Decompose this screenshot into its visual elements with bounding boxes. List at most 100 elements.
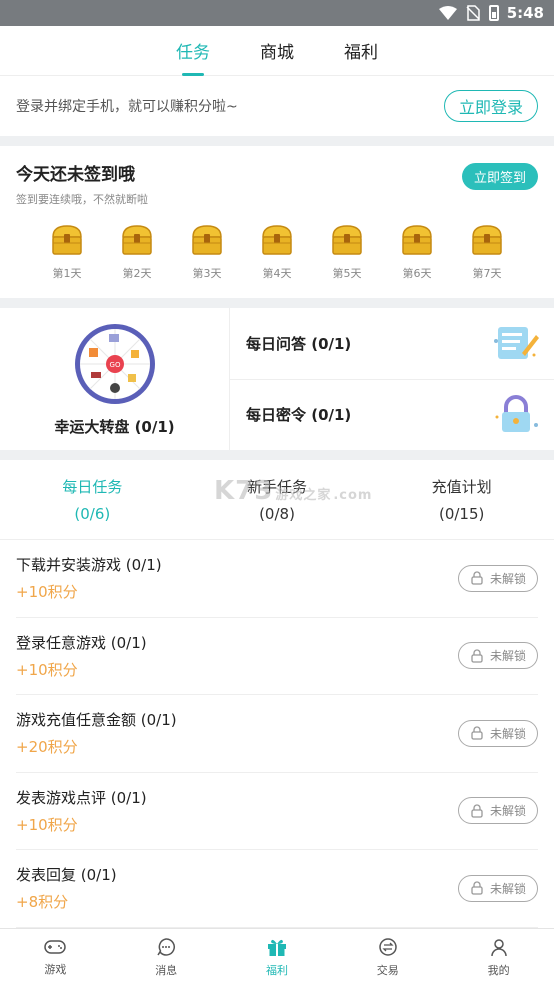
nav-item-4[interactable]: 我的 <box>443 929 554 986</box>
gamepad-icon <box>44 938 67 959</box>
user-icon <box>489 937 509 960</box>
tab-newbie-tasks[interactable]: 新手任务 (0/8) <box>185 460 370 539</box>
nav-label: 游戏 <box>44 963 67 976</box>
daily-qa-label: 每日问答 (0/1) <box>246 334 352 353</box>
signin-section: 今天还未签到哦 签到要连续哦，不然就断啦 立即签到 第1天 第2天 第3天 第4… <box>0 146 554 298</box>
treasure-chest-icon <box>402 225 432 255</box>
signin-button[interactable]: 立即签到 <box>461 163 538 190</box>
treasure-chest-icon <box>122 225 152 255</box>
locked-button[interactable]: 未解锁 <box>458 719 538 747</box>
exchange-icon <box>378 937 398 960</box>
locked-label: 未解锁 <box>489 571 526 586</box>
tab-count: (0/8) <box>259 505 295 523</box>
lock-icon <box>471 726 483 740</box>
feature-grid: GO 幸运大转盘 (0/1) 每日问答 (0/1) 每日密令 (0/1) <box>0 308 554 450</box>
section-divider <box>0 136 554 146</box>
locked-label: 未解锁 <box>489 881 526 896</box>
daily-password-card[interactable]: 每日密令 (0/1) <box>230 378 554 451</box>
treasure-chest-icon <box>472 225 502 255</box>
signin-day-label: 第7天 <box>472 267 502 280</box>
signin-day: 第1天 <box>36 223 98 281</box>
task-points: +8积分 <box>16 893 69 912</box>
tab-label: 每日任务 <box>62 478 123 496</box>
locked-button[interactable]: 未解锁 <box>458 642 538 670</box>
task-title: 下载并安装游戏 (0/1) <box>16 556 162 575</box>
tab-daily-tasks[interactable]: 每日任务 (0/6) <box>0 460 185 539</box>
locked-button[interactable]: 未解锁 <box>458 797 538 825</box>
task-info: 发表回复 (0/1) +8积分 <box>16 864 117 912</box>
top-tab-bar: 任务 商城 福利 <box>0 26 554 76</box>
task-row: 发表游戏点评 (0/1) +10积分 未解锁 <box>16 773 538 850</box>
section-divider <box>0 450 554 460</box>
gift-icon <box>266 937 288 960</box>
bottom-nav: 游戏 消息 福利 交易 我的 <box>0 928 554 986</box>
locked-label: 未解锁 <box>489 726 526 741</box>
locked-label: 未解锁 <box>489 804 526 819</box>
task-points: +10积分 <box>16 815 78 834</box>
login-button[interactable]: 立即登录 <box>443 90 538 122</box>
task-points: +10积分 <box>16 660 78 679</box>
signin-title: 今天还未签到哦 <box>16 165 135 185</box>
tab-count: (0/15) <box>438 505 485 523</box>
tab-recharge-plan[interactable]: 充值计划 (0/15) <box>369 460 554 539</box>
locked-button[interactable]: 未解锁 <box>458 874 538 902</box>
lock-icon <box>471 881 483 895</box>
tab-tasks[interactable]: 任务 <box>176 26 210 76</box>
task-row: 登录任意游戏 (0/1) +10积分 未解锁 <box>16 618 538 695</box>
task-row: 发表回复 (0/1) +8积分 未解锁 <box>16 850 538 928</box>
task-list: 下载并安装游戏 (0/1) +10积分 未解锁 登录任意游戏 (0/1) +10… <box>0 540 554 928</box>
task-title: 发表游戏点评 (0/1) <box>16 788 147 807</box>
wheel-go-label: GO <box>109 361 120 369</box>
tab-count: (0/6) <box>74 505 111 523</box>
daily-qa-card[interactable]: 每日问答 (0/1) <box>230 308 554 379</box>
lucky-wheel-label: 幸运大转盘 (0/1) <box>54 418 175 436</box>
nav-label: 福利 <box>265 964 288 977</box>
signin-days: 第1天 第2天 第3天 第4天 第5天 第6天 第7天 <box>16 207 538 281</box>
clock: 5:48 <box>506 4 544 22</box>
lock-icon <box>471 571 483 585</box>
task-tab-bar: 每日任务 (0/6) 新手任务 (0/8) 充值计划 (0/15) K73 游戏之… <box>0 460 554 540</box>
signin-day-label: 第2天 <box>122 267 152 280</box>
tab-label: 新手任务 <box>247 478 308 496</box>
nav-item-1[interactable]: 消息 <box>111 929 222 986</box>
signin-day: 第6天 <box>386 223 448 281</box>
treasure-chest-icon <box>192 225 222 255</box>
signin-day-label: 第4天 <box>262 267 292 280</box>
task-points: +20积分 <box>16 738 78 757</box>
battery-icon <box>488 5 499 21</box>
daily-password-label: 每日密令 (0/1) <box>246 406 352 425</box>
tab-mall[interactable]: 商城 <box>260 26 294 76</box>
signin-day: 第2天 <box>106 223 168 281</box>
signin-subtitle: 签到要连续哦，不然就断啦 <box>16 193 148 206</box>
section-divider <box>0 298 554 308</box>
signin-day: 第3天 <box>176 223 238 281</box>
signin-day-label: 第3天 <box>192 267 222 280</box>
signin-day: 第4天 <box>246 223 308 281</box>
chat-icon <box>156 937 176 960</box>
lucky-wheel-icon: GO <box>74 324 155 404</box>
nav-item-0[interactable]: 游戏 <box>0 929 111 986</box>
task-title: 登录任意游戏 (0/1) <box>16 633 147 652</box>
wifi-icon <box>438 6 457 20</box>
task-info: 发表游戏点评 (0/1) +10积分 <box>16 787 147 835</box>
treasure-chest-icon <box>262 225 292 255</box>
lucky-wheel-card[interactable]: GO 幸运大转盘 (0/1) <box>0 308 230 450</box>
tab-benefits[interactable]: 福利 <box>344 26 378 76</box>
signin-day-label: 第6天 <box>402 267 432 280</box>
status-bar: 5:48 <box>0 0 554 26</box>
task-row: 游戏充值任意金额 (0/1) +20积分 未解锁 <box>16 695 538 773</box>
task-info: 游戏充值任意金额 (0/1) +20积分 <box>16 709 177 757</box>
signin-day: 第5天 <box>316 223 378 281</box>
login-prompt-text: 登录并绑定手机，就可以赚积分啦~ <box>16 99 238 115</box>
lock-icon <box>471 804 483 818</box>
lock-icon <box>471 649 483 663</box>
signin-day: 第7天 <box>456 223 518 281</box>
nav-item-2[interactable]: 福利 <box>222 929 333 986</box>
task-points: +10积分 <box>16 583 78 602</box>
task-title: 游戏充值任意金额 (0/1) <box>16 711 177 730</box>
feature-right-column: 每日问答 (0/1) 每日密令 (0/1) <box>230 308 554 450</box>
nav-item-3[interactable]: 交易 <box>332 929 443 986</box>
nav-label: 交易 <box>376 964 399 977</box>
locked-button[interactable]: 未解锁 <box>458 564 538 592</box>
padlock-icon <box>495 394 538 432</box>
